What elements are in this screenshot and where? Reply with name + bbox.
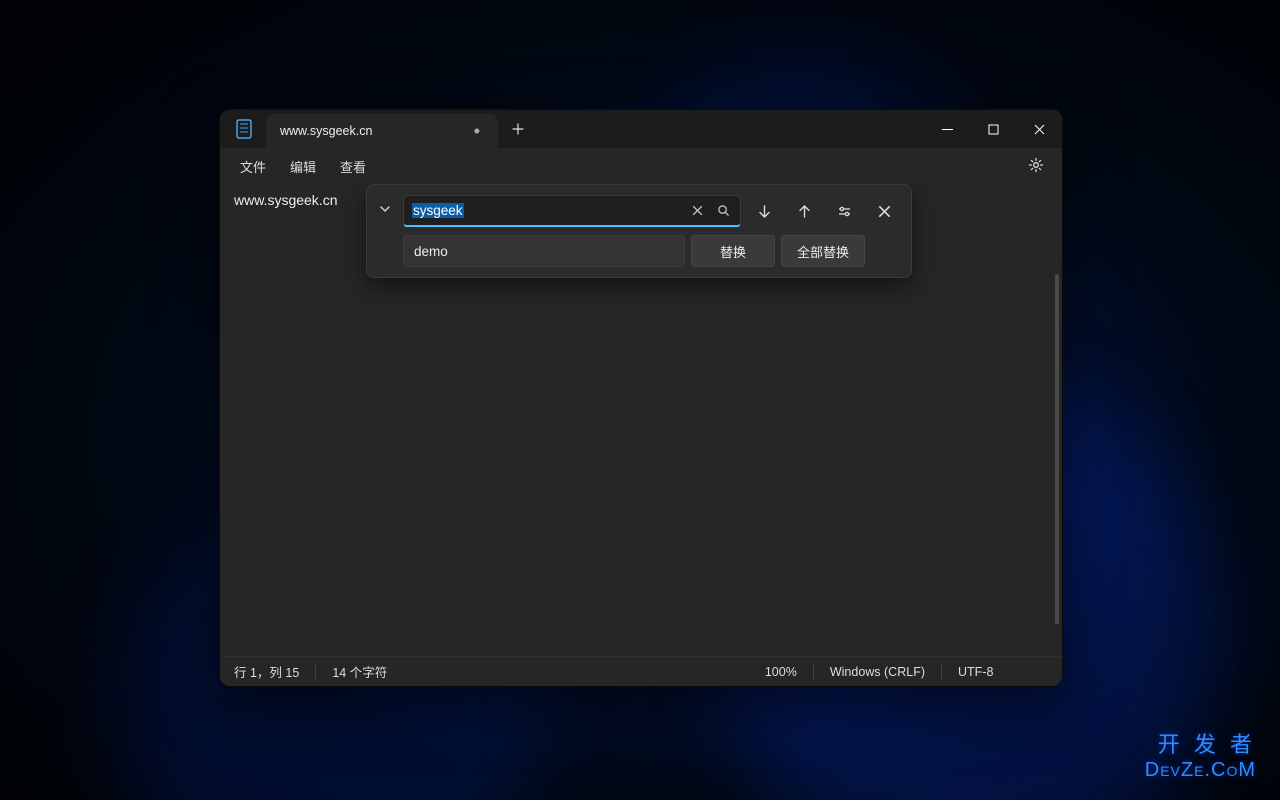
editor-area[interactable]: www.sysgeek.cn sysgeek (220, 184, 1062, 656)
arrow-down-icon (757, 204, 772, 219)
find-next-button[interactable] (747, 195, 781, 227)
search-input-value: sysgeek (412, 203, 684, 218)
close-icon (691, 204, 704, 217)
statusbar: 行 1，列 15 14 个字符 100% Windows (CRLF) UTF-… (220, 656, 1062, 686)
search-submit-button[interactable] (710, 198, 736, 224)
replace-input[interactable]: demo (403, 235, 685, 267)
search-input[interactable]: sysgeek (403, 195, 741, 227)
titlebar: www.sysgeek.cn • (220, 110, 1062, 148)
sliders-icon (837, 204, 852, 219)
status-line-ending[interactable]: Windows (CRLF) (830, 665, 925, 679)
menu-edit[interactable]: 编辑 (278, 151, 328, 182)
statusbar-divider (315, 665, 316, 679)
gear-icon (1028, 157, 1044, 173)
arrow-up-icon (797, 204, 812, 219)
replace-input-value: demo (414, 244, 448, 259)
clear-search-button[interactable] (684, 198, 710, 224)
find-options-button[interactable] (827, 195, 861, 227)
close-find-panel-button[interactable] (867, 195, 901, 227)
menu-view[interactable]: 查看 (328, 151, 378, 182)
new-tab-button[interactable] (502, 113, 534, 145)
scrollbar[interactable] (1055, 274, 1059, 624)
notepad-window: www.sysgeek.cn • 文件 编辑 查看 www.sysgeek.cn (220, 110, 1062, 686)
editor-content: www.sysgeek.cn (234, 192, 337, 208)
watermark-line2: DevZe.CoM (1145, 759, 1256, 782)
close-button[interactable] (1016, 110, 1062, 148)
replace-button[interactable]: 替换 (691, 235, 775, 267)
status-encoding[interactable]: UTF-8 (958, 665, 1048, 679)
close-icon (877, 204, 892, 219)
settings-button[interactable] (1018, 151, 1054, 182)
watermark-line1: 开 发 者 (1145, 727, 1256, 759)
watermark: 开 发 者 DevZe.CoM (1145, 727, 1256, 782)
menu-file[interactable]: 文件 (228, 151, 278, 182)
maximize-button[interactable] (970, 110, 1016, 148)
status-cursor-position[interactable]: 行 1，列 15 (234, 662, 299, 681)
document-tab[interactable]: www.sysgeek.cn • (266, 114, 498, 148)
collapse-toggle[interactable] (373, 195, 397, 267)
minimize-button[interactable] (924, 110, 970, 148)
find-replace-panel: sysgeek (366, 184, 912, 278)
replace-all-button[interactable]: 全部替换 (781, 235, 865, 267)
app-icon (234, 119, 254, 139)
chevron-down-icon (379, 203, 391, 215)
window-controls (924, 110, 1062, 148)
statusbar-divider (813, 665, 814, 679)
tab-title: www.sysgeek.cn (280, 124, 468, 138)
search-icon (717, 204, 730, 217)
status-char-count[interactable]: 14 个字符 (332, 662, 387, 681)
find-previous-button[interactable] (787, 195, 821, 227)
tab-modified-indicator-icon: • (474, 122, 480, 140)
status-zoom[interactable]: 100% (765, 665, 797, 679)
menubar: 文件 编辑 查看 (220, 148, 1062, 184)
statusbar-divider (941, 665, 942, 679)
